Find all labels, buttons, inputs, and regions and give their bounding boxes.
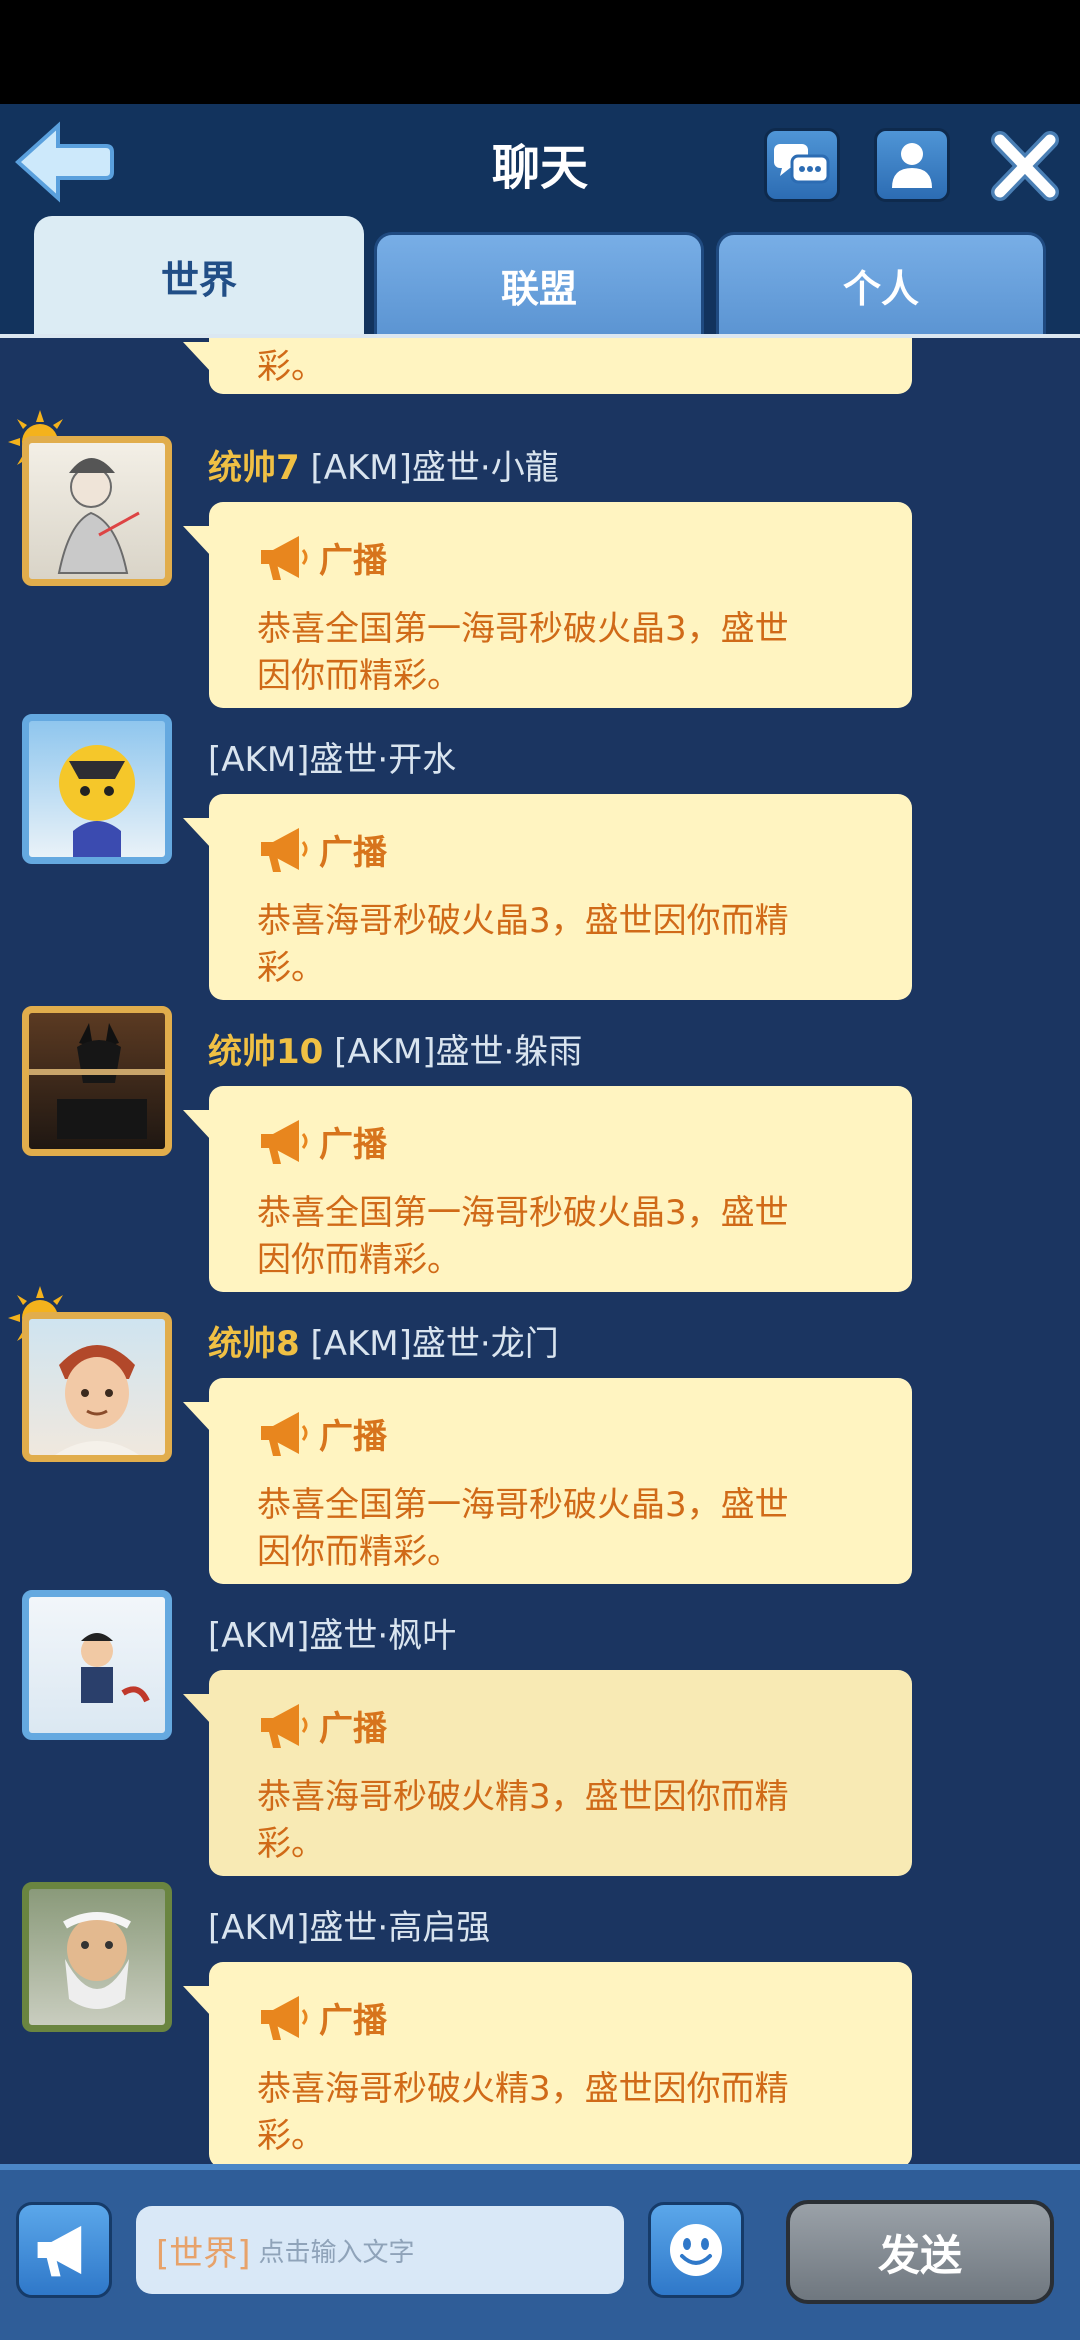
avatar[interactable] (22, 436, 172, 586)
message-text: 恭喜海哥秒破火精3，盛世因你而精 彩。 (257, 2069, 789, 2156)
close-icon[interactable] (990, 128, 1060, 204)
avatar-portrait-icon (81, 1633, 150, 1703)
message-bubble: 广播 恭喜海哥秒破火精3，盛世因你而精 彩。 (183, 1670, 912, 1876)
avatar-portrait-icon (29, 1023, 165, 1139)
send-button[interactable]: 发送 (786, 2200, 1054, 2304)
chat-bubbles-icon (774, 144, 830, 184)
avatar-portrait-icon (57, 458, 140, 574)
rank-label: 统帅8 (208, 1324, 300, 1364)
megaphone-icon (37, 2225, 82, 2277)
sender-name: 统帅7 [AKM]盛世·小龍 (208, 448, 559, 488)
broadcast-label: 广播 (319, 1416, 387, 1457)
smiley-icon (670, 2224, 722, 2276)
broadcast-button[interactable] (16, 2202, 112, 2298)
broadcast-label: 广播 (319, 540, 387, 581)
chat-message-list[interactable]: 彩。 统帅7 [AKM]盛世·小龍 广播 恭喜全国第一海哥秒破火晶3，盛世 因你… (0, 338, 1080, 2164)
emoji-button[interactable] (648, 2202, 744, 2298)
rank-label: 统帅10 (208, 1032, 324, 1072)
message-bubble: 广播 恭喜全国第一海哥秒破火晶3，盛世 因你而精彩。 (183, 502, 912, 708)
tab-alliance[interactable]: 联盟 (374, 232, 704, 336)
message-bubble: 广播 恭喜全国第一海哥秒破火晶3，盛世 因你而精彩。 (183, 1378, 912, 1584)
status-bar (0, 0, 1080, 104)
message-text: 恭喜海哥秒破火精3，盛世因你而精 彩。 (257, 1777, 789, 1864)
message-text: 恭喜全国第一海哥秒破火晶3，盛世 因你而精彩。 (257, 1193, 789, 1280)
message-text: 恭喜全国第一海哥秒破火晶3，盛世 因你而精彩。 (257, 1485, 789, 1572)
channel-prefix: [世界] (156, 2233, 251, 2274)
sender-name: [AKM]盛世·枫叶 (208, 1616, 457, 1656)
rank-label: 统帅7 (208, 448, 300, 488)
megaphone-icon (261, 1996, 308, 2040)
partial-message-bubble: 彩。 (183, 338, 912, 394)
input-placeholder: 点击输入文字 (258, 2237, 415, 2268)
message-bubble: 广播 恭喜海哥秒破火精3，盛世因你而精 彩。 (183, 1962, 912, 2164)
avatar[interactable] (22, 1312, 172, 1462)
avatar[interactable] (22, 1006, 172, 1156)
sender-name: 统帅10 [AKM]盛世·躲雨 (208, 1032, 583, 1072)
message-bubble: 广播 恭喜全国第一海哥秒破火晶3，盛世 因你而精彩。 (183, 1086, 912, 1292)
sender-name: [AKM]盛世·高启强 (208, 1908, 491, 1948)
avatar[interactable] (22, 1590, 172, 1740)
message-text: 恭喜海哥秒破火晶3，盛世因你而精 彩。 (257, 901, 789, 988)
avatar-portrait-icon (55, 1345, 139, 1455)
megaphone-icon (261, 536, 308, 580)
profile-button[interactable] (874, 128, 950, 202)
megaphone-icon (261, 1412, 308, 1456)
broadcast-label: 广播 (319, 1124, 387, 1165)
message-text: 彩。 (257, 347, 325, 387)
avatar-portrait-icon (59, 745, 135, 857)
message-text: 恭喜全国第一海哥秒破火晶3，盛世 因你而精彩。 (257, 609, 789, 696)
broadcast-label: 广播 (319, 2000, 387, 2041)
chat-list-button[interactable] (764, 128, 840, 202)
broadcast-label: 广播 (319, 1708, 387, 1749)
avatar-portrait-icon (63, 1912, 131, 2009)
avatar[interactable] (22, 1882, 172, 2032)
tab-world[interactable]: 世界 (34, 216, 364, 336)
sender-name: 统帅8 [AKM]盛世·龙门 (208, 1324, 559, 1364)
megaphone-icon (261, 1704, 308, 1748)
message-bubble: 广播 恭喜海哥秒破火晶3，盛世因你而精 彩。 (183, 794, 912, 1000)
avatar[interactable] (22, 714, 172, 864)
megaphone-icon (261, 828, 308, 872)
tab-personal[interactable]: 个人 (716, 232, 1046, 336)
megaphone-icon (261, 1120, 308, 1164)
person-icon (892, 143, 932, 188)
message-input[interactable]: [世界] 点击输入文字 (136, 2206, 624, 2294)
broadcast-label: 广播 (319, 832, 387, 873)
sender-name: [AKM]盛世·开水 (208, 740, 457, 780)
